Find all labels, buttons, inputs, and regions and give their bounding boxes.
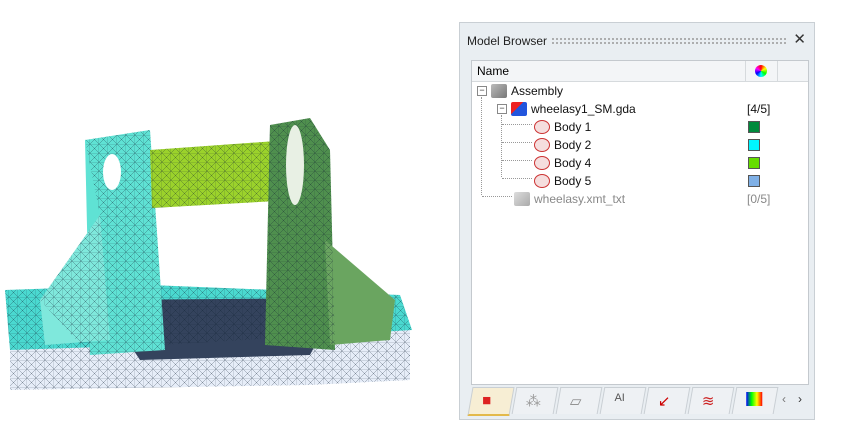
tab-scroll-right[interactable]: › [798, 392, 802, 406]
tab-thermal[interactable]: ≋ [687, 387, 735, 414]
tree-item-body[interactable]: Body 2 [534, 136, 591, 154]
model-browser-panel: Model Browser ✕ Name − Assembly − wheela… [459, 22, 815, 420]
tree-item-xmt[interactable]: wheelasy.xmt_txt [0/5] [514, 190, 804, 208]
parts-icon: ■ [482, 392, 492, 409]
3d-viewport[interactable] [0, 0, 450, 441]
right-bracket [265, 118, 395, 350]
collapse-toggle[interactable]: − [497, 104, 507, 114]
body-mesh-icon [534, 174, 550, 188]
tab-assemblies[interactable]: ⁂ [511, 387, 559, 414]
mesh-model [5, 118, 412, 390]
body-mesh-icon [534, 138, 550, 152]
tab-loads[interactable]: ↙ [643, 387, 691, 414]
model-tree: Name − Assembly − wheelasy1_SM.gda [4/5]… [471, 60, 809, 385]
left-bracket [40, 130, 165, 355]
color-swatch[interactable] [748, 175, 760, 187]
collapse-toggle[interactable]: − [477, 86, 487, 96]
material-icon: AI [614, 392, 625, 404]
color-swatch[interactable] [748, 139, 760, 151]
body-mesh-icon [534, 120, 550, 134]
tree-item-body[interactable]: Body 4 [534, 154, 591, 172]
tree-item-assembly[interactable]: − Assembly [477, 82, 563, 100]
tab-surfaces[interactable]: ▱ [555, 387, 603, 414]
panel-title: Model Browser [467, 34, 548, 48]
results-icon [746, 392, 763, 406]
drag-handle[interactable] [551, 37, 786, 44]
tree-header: Name [472, 61, 808, 82]
tree-item-body[interactable]: Body 5 [534, 172, 591, 190]
body-mesh-icon [534, 156, 550, 170]
tab-parts[interactable]: ■ [467, 387, 515, 416]
surfaces-icon: ▱ [569, 393, 582, 410]
color-wheel-icon [755, 65, 767, 77]
close-icon[interactable]: ✕ [793, 30, 806, 48]
color-swatch[interactable] [748, 157, 760, 169]
part-file-icon [511, 102, 527, 116]
tree-item-body[interactable]: Body 1 [534, 118, 591, 136]
color-column[interactable] [745, 61, 778, 81]
tab-scroll-left[interactable]: ‹ [782, 392, 786, 406]
color-swatch[interactable] [748, 121, 760, 133]
column-name[interactable]: Name [477, 64, 509, 78]
tab-material[interactable]: AI [599, 387, 647, 414]
assembly-icon [491, 84, 507, 98]
assemblies-icon: ⁂ [525, 393, 541, 410]
assembly-icon [514, 192, 530, 206]
thermal-icon: ≋ [701, 393, 715, 410]
tab-results[interactable] [731, 387, 779, 414]
tree-item-gda[interactable]: − wheelasy1_SM.gda [4/5] [497, 100, 802, 118]
browser-tabs: ■ ⁂ ▱ AI ↙ ≋ ‹ › [467, 387, 808, 416]
loads-icon: ↙ [657, 393, 671, 410]
